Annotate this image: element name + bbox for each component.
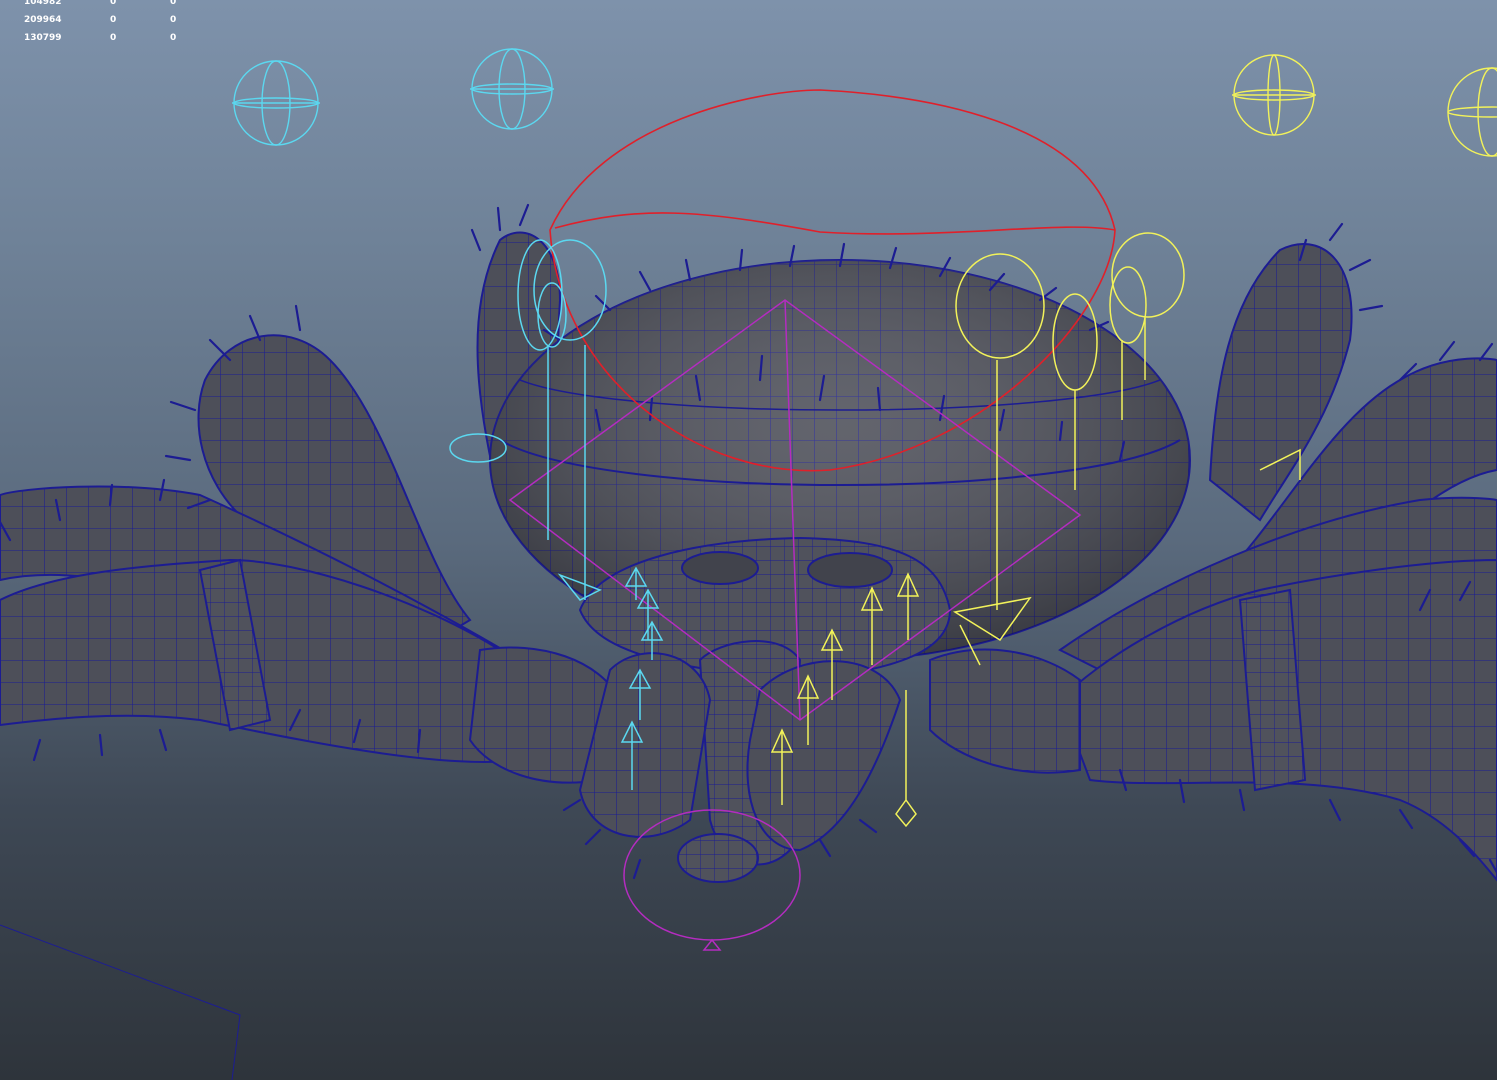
eye-left-icon — [681, 551, 759, 585]
yellow-pyramid-icon[interactable] — [895, 690, 917, 828]
hud-row-faces: 130799 0 0 — [0, 33, 200, 54]
viewport-canvas[interactable] — [0, 0, 1497, 1080]
hud-value: 0 — [110, 15, 117, 25]
hud-value: 0 — [170, 15, 177, 25]
sphere-icon[interactable] — [1447, 67, 1497, 157]
hud-value: 209964 — [24, 15, 62, 25]
sphere-icon[interactable] — [232, 60, 320, 146]
hud-value: 0 — [170, 0, 177, 7]
3d-viewport[interactable] — [0, 0, 1497, 1080]
poly-count-hud: 104982 0 0 209964 0 0 130799 0 0 — [0, 0, 200, 54]
sphere-icon[interactable] — [1232, 54, 1316, 136]
ground-grid — [0, 924, 241, 1080]
eye-right-icon — [807, 552, 893, 588]
hud-value: 0 — [170, 33, 177, 43]
global-controls[interactable] — [232, 48, 1497, 157]
spider-mouthparts[interactable] — [578, 640, 902, 883]
hud-value: 0 — [110, 0, 117, 7]
hud-value: 104982 — [24, 0, 62, 7]
hud-value: 130799 — [24, 33, 62, 43]
sphere-icon[interactable] — [470, 48, 554, 130]
hud-value: 0 — [110, 33, 117, 43]
